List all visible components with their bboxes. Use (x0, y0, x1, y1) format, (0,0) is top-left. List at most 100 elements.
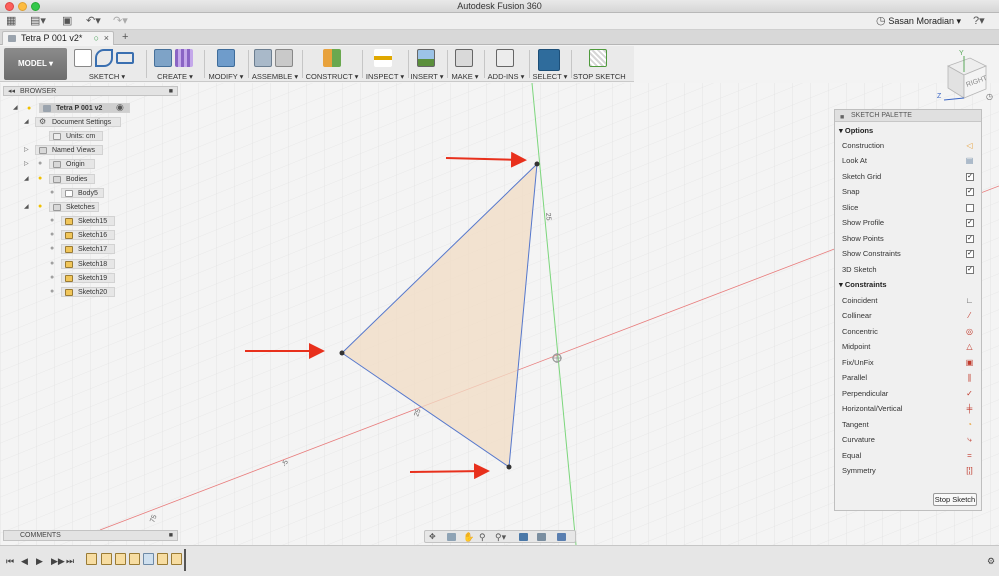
display-settings-icon[interactable] (519, 533, 528, 541)
create-menu[interactable]: CREATE ▾ (150, 72, 200, 81)
option-snap[interactable]: Snap ✓ (842, 186, 974, 198)
new-tab-icon[interactable]: + (122, 30, 128, 44)
stop-sketch-group[interactable]: STOP SKETCH (573, 48, 626, 81)
construction-icon[interactable]: ◁ (965, 141, 974, 150)
visibility-bulb-icon[interactable]: ● (38, 160, 44, 167)
undo-icon[interactable]: ↶▾ (86, 15, 101, 28)
stop-sketch-icon[interactable] (589, 49, 607, 67)
scripts-icon[interactable] (496, 49, 514, 67)
curvature-icon[interactable]: ⤷ (965, 435, 974, 444)
add-ins-menu[interactable]: ADD-INS ▾ (486, 72, 526, 81)
concentric-icon[interactable]: ◎ (965, 327, 974, 336)
show-profile-checkbox[interactable]: ✓ (966, 219, 974, 227)
constraints-section-header[interactable]: ▾ Constraints (839, 280, 887, 289)
step-back-icon[interactable]: ◀ (21, 555, 28, 567)
expand-sketches-icon[interactable]: ◢ (24, 202, 29, 212)
construct-group[interactable]: CONSTRUCT ▾ (305, 48, 359, 81)
visibility-bulb-icon[interactable]: ● (50, 189, 56, 196)
option-construction[interactable]: Construction ◁ (842, 140, 974, 152)
sketch-point-left[interactable] (339, 350, 345, 356)
timeline-sketch-feature[interactable] (129, 553, 140, 565)
constraint-perpendicular[interactable]: Perpendicular ✓ (842, 388, 974, 400)
redo-icon[interactable]: ↷▾ (113, 15, 128, 28)
constraint-parallel[interactable]: Parallel ∥ (842, 372, 974, 384)
browser-item-document-settings[interactable]: ⚙ Document Settings (35, 117, 121, 127)
modify-group[interactable]: MODIFY ▾ (207, 48, 245, 81)
visibility-bulb-icon[interactable]: ● (27, 105, 33, 112)
sketch-menu[interactable]: SKETCH ▾ (72, 72, 142, 81)
expand-document-settings-icon[interactable]: ◢ (24, 117, 29, 127)
constraint-symmetry[interactable]: Symmetry [¦] (842, 465, 974, 477)
step-forward-icon[interactable]: ▶▶ (51, 555, 65, 567)
browser-item-sketches[interactable]: Sketches (49, 202, 99, 212)
form-icon[interactable] (175, 49, 193, 67)
minimize-window-button[interactable] (18, 2, 27, 11)
constraint-equal[interactable]: Equal = (842, 450, 974, 462)
visibility-bulb-icon[interactable]: ● (50, 245, 56, 252)
perpendicular-icon[interactable]: ✓ (965, 389, 974, 398)
timeline-extrude-feature[interactable] (143, 553, 154, 565)
browser-item-body5[interactable]: Body5 (61, 188, 104, 198)
palette-pin-icon[interactable]: ■ (840, 112, 844, 123)
browser-pin-icon[interactable]: ■ (169, 87, 173, 96)
horizontal-vertical-icon[interactable]: ╪ (965, 404, 974, 413)
constraint-midpoint[interactable]: Midpoint △ (842, 341, 974, 353)
insert-group[interactable]: INSERT ▾ (410, 48, 444, 81)
joint-icon[interactable] (275, 49, 293, 67)
collinear-icon[interactable]: ⁄ (965, 311, 974, 320)
constraint-collinear[interactable]: Collinear ⁄ (842, 310, 974, 322)
help-icon[interactable]: ?▾ (973, 15, 985, 28)
look-at-icon[interactable]: ▤ (965, 156, 974, 165)
3d-sketch-checkbox[interactable]: ✓ (966, 266, 974, 274)
expand-root-icon[interactable]: ◢ (13, 103, 18, 113)
expand-named-views-icon[interactable]: ▷ (24, 145, 29, 155)
browser-item-origin[interactable]: Origin (49, 159, 95, 169)
equal-icon[interactable]: = (965, 451, 974, 460)
rectangle-icon[interactable] (116, 52, 134, 64)
inspect-menu[interactable]: INSPECT ▾ (365, 72, 405, 81)
browser-item-sketch16[interactable]: Sketch16 (61, 230, 115, 240)
timeline-settings-gear-icon[interactable]: ⚙ (987, 555, 995, 567)
timeline-sketch-feature[interactable] (86, 553, 97, 565)
add-ins-group[interactable]: ADD-INS ▾ (486, 48, 526, 81)
option-3d-sketch[interactable]: 3D Sketch ✓ (842, 264, 974, 276)
play-icon[interactable]: ▶ (36, 555, 43, 567)
constraint-coincident[interactable]: Coincident ∟ (842, 295, 974, 307)
snap-checkbox[interactable]: ✓ (966, 188, 974, 196)
lock-icon[interactable]: ▣ (965, 358, 974, 367)
zoom-icon[interactable]: ⚲ (479, 533, 488, 542)
orbit-icon[interactable]: ✥ (429, 533, 438, 541)
fit-icon[interactable]: ⚲▾ (495, 533, 506, 542)
workspace-switcher[interactable]: MODEL ▾ (4, 48, 67, 80)
select-menu[interactable]: SELECT ▾ (532, 72, 568, 81)
job-status-clock-icon[interactable]: ◷ (876, 15, 886, 28)
stop-sketch-button[interactable]: Stop Sketch (933, 493, 977, 506)
assemble-group[interactable]: ASSEMBLE ▾ (251, 48, 299, 81)
file-menu-icon[interactable]: ▤▾ (30, 15, 46, 28)
visibility-bulb-icon[interactable]: ● (50, 231, 56, 238)
inspect-group[interactable]: INSPECT ▾ (365, 48, 405, 81)
create-sketch-icon[interactable] (74, 49, 92, 67)
browser-item-sketch20[interactable]: Sketch20 (61, 287, 115, 297)
show-constraints-checkbox[interactable]: ✓ (966, 250, 974, 258)
browser-item-units[interactable]: Units: cm (49, 131, 103, 141)
constraint-fix-unfix[interactable]: Fix/UnFix ▣ (842, 357, 974, 369)
measure-icon[interactable] (374, 49, 392, 67)
select-group[interactable]: SELECT ▾ (532, 48, 568, 81)
close-tab-icon[interactable]: × (104, 32, 109, 45)
visibility-bulb-icon[interactable]: ● (50, 260, 56, 267)
document-tab[interactable]: Tetra P 001 v2* ○ × (2, 31, 114, 45)
option-sketch-grid[interactable]: Sketch Grid ✓ (842, 171, 974, 183)
modify-menu[interactable]: MODIFY ▾ (207, 72, 245, 81)
expand-bodies-icon[interactable]: ◢ (24, 174, 29, 184)
constraint-horizontal-vertical[interactable]: Horizontal/Vertical ╪ (842, 403, 974, 415)
view-cube[interactable]: RIGHT Z Y ◷ (934, 48, 994, 106)
visual-style-icon[interactable] (537, 533, 546, 541)
visibility-bulb-icon[interactable]: ● (50, 288, 56, 295)
browser-header[interactable]: ◂◂ BROWSER ■ (3, 86, 178, 96)
visibility-bulb-icon[interactable]: ● (50, 274, 56, 281)
extrude-icon[interactable] (154, 49, 172, 67)
go-to-end-icon[interactable]: ⏭ (66, 555, 74, 567)
midpoint-icon[interactable]: △ (965, 342, 974, 351)
symmetry-icon[interactable]: [¦] (965, 466, 974, 475)
